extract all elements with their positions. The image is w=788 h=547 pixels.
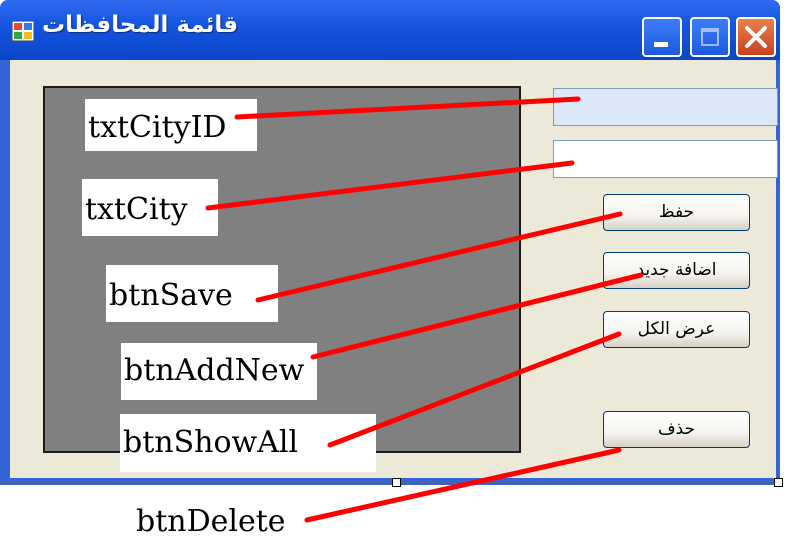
- annotation-line-city-id: [234, 96, 581, 120]
- annotation-line-city: [205, 160, 575, 211]
- annotation-line-delete: [304, 447, 622, 523]
- annotation-lines: [205, 96, 644, 523]
- annotation-line-show-all: [327, 331, 622, 448]
- annotation-line-save: [255, 211, 623, 303]
